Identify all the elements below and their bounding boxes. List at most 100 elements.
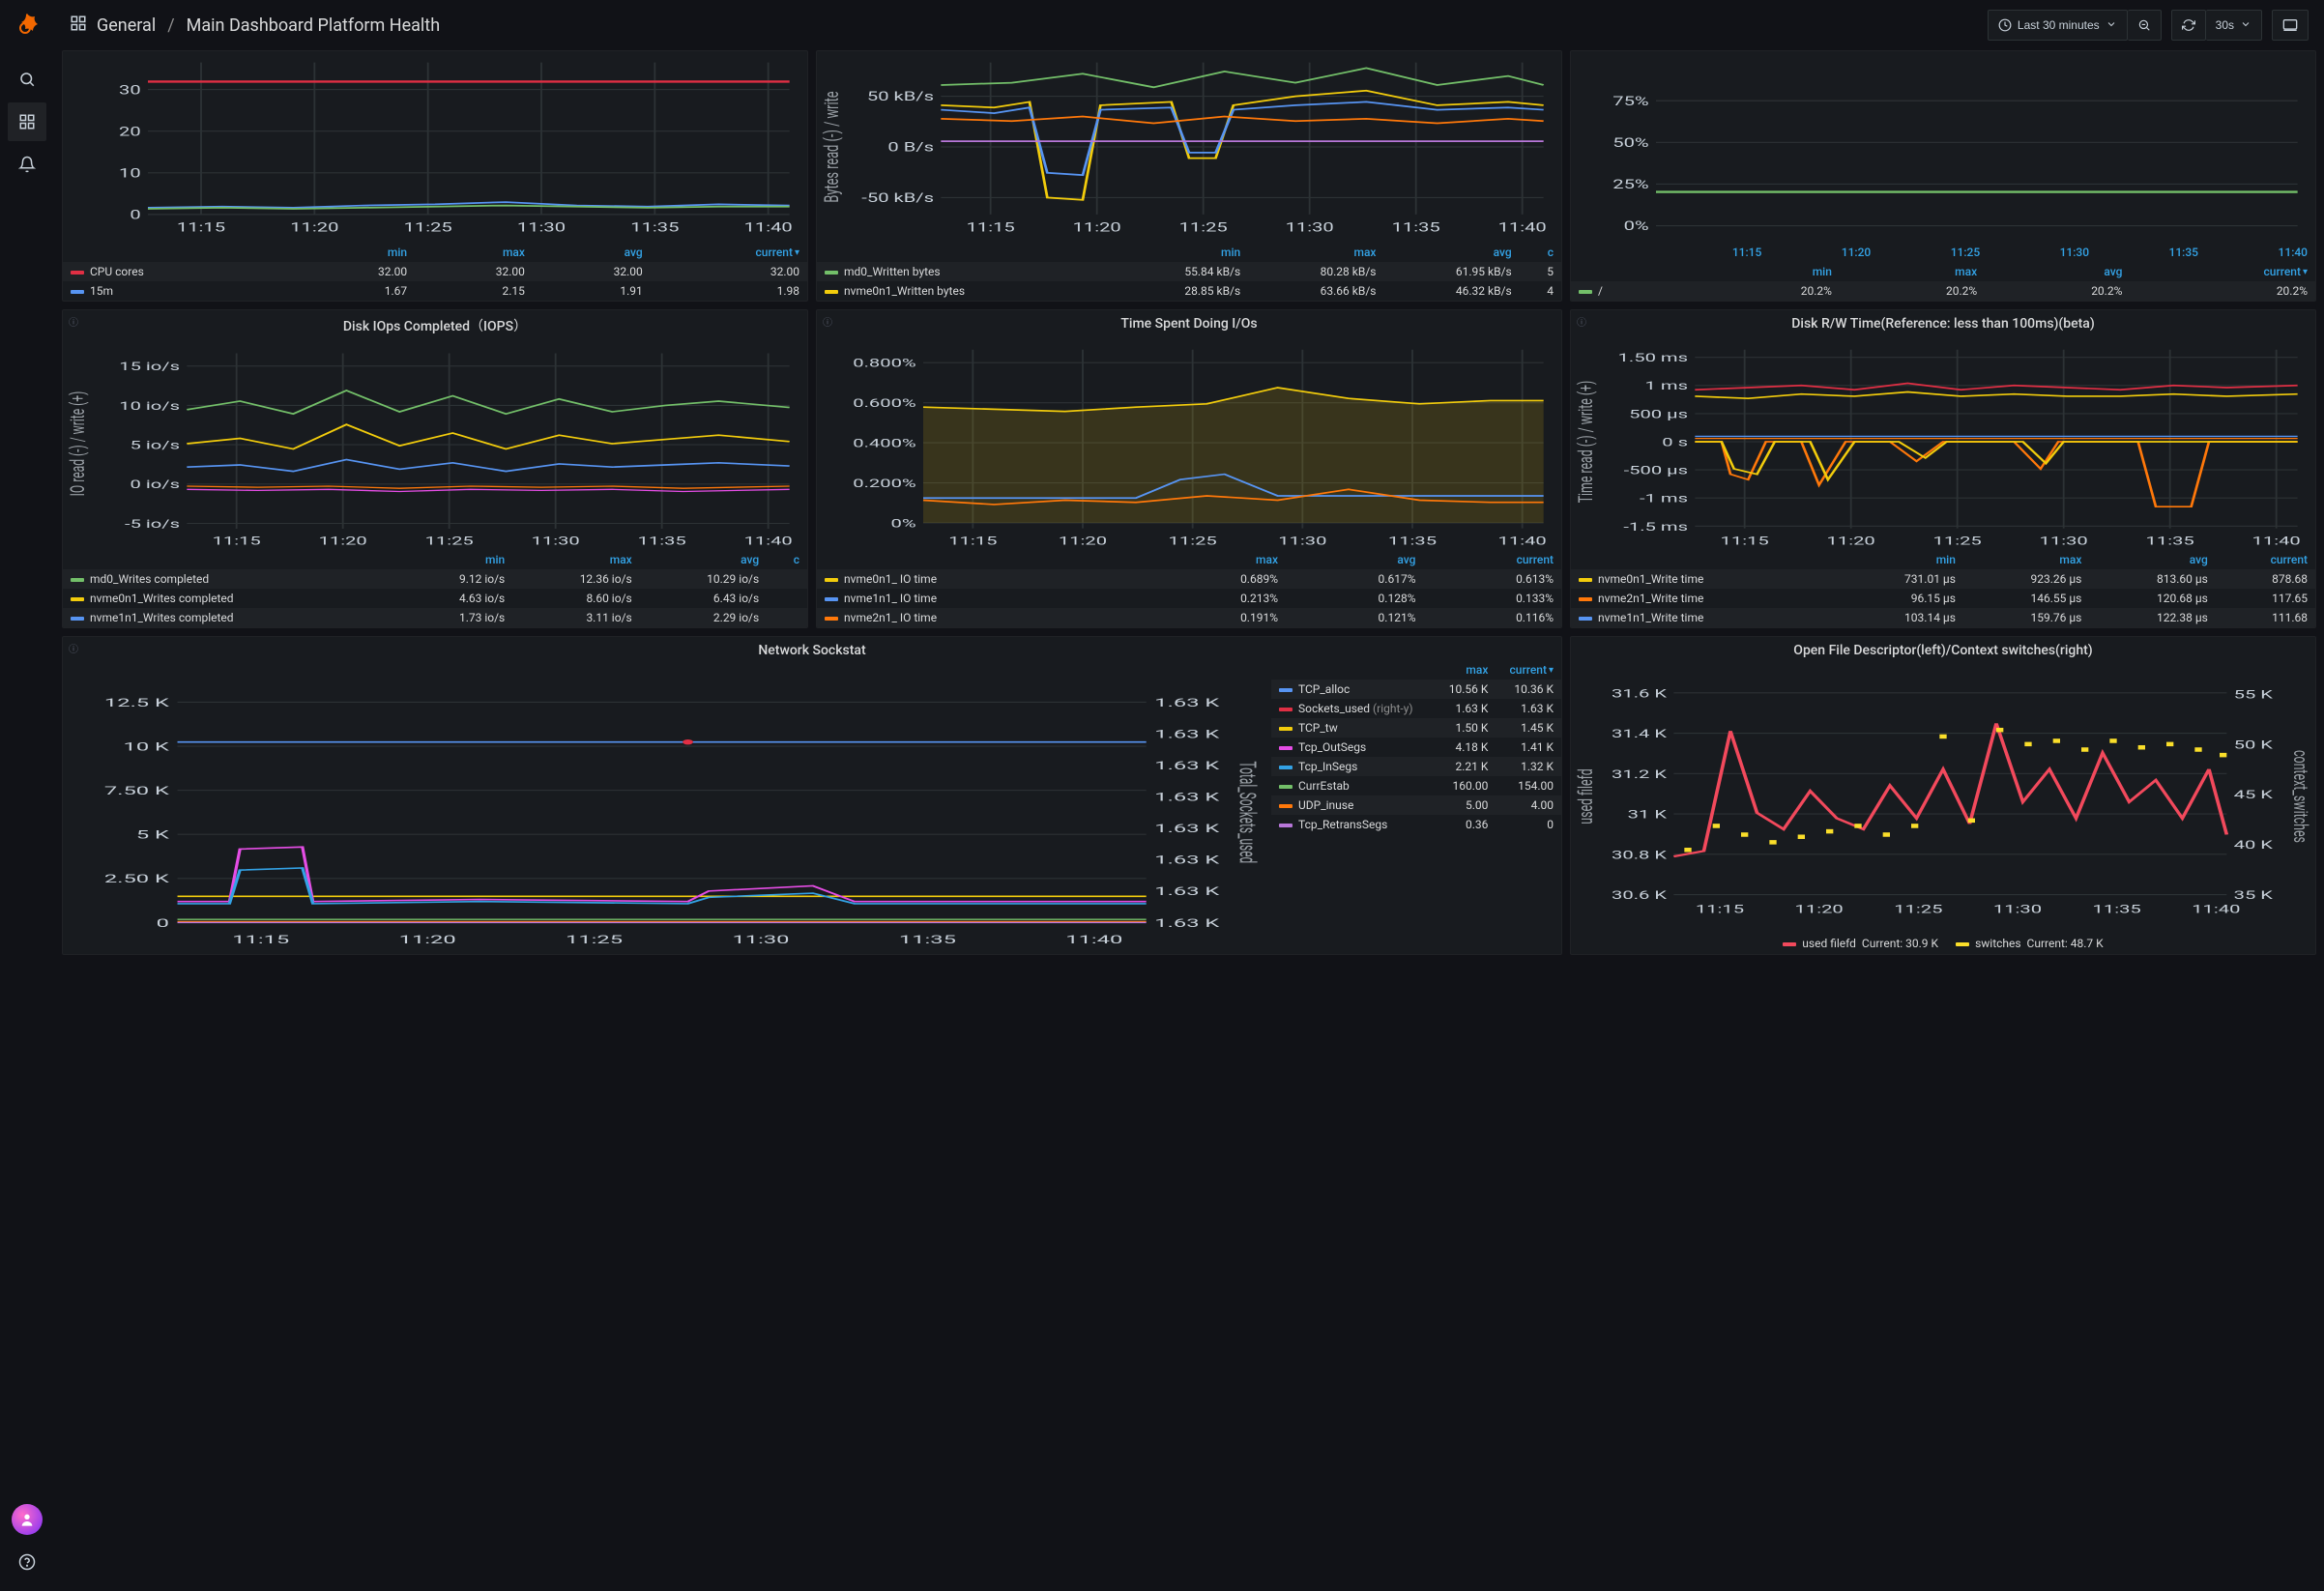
legend-row[interactable]: Tcp_OutSegs4.18 K1.41 K	[1271, 738, 1561, 757]
chart-diskrwtime[interactable]: Time read (-) / write (+) -1.5 ms -1 ms …	[1571, 333, 2315, 550]
panel-disk-rw: Bytes read (-) / write -50 kB/s 0 B/s 50…	[816, 50, 1562, 302]
svg-text:40 K: 40 K	[2234, 838, 2274, 853]
svg-text:-1.5 ms: -1.5 ms	[1623, 520, 1688, 535]
chart-cpu[interactable]: 0 10 20 30 11:15 11:20 11:25 11:30 11:35…	[63, 51, 807, 243]
svg-text:Total_Sockets_used: Total_Sockets_used	[1234, 762, 1261, 864]
svg-text:1.63 K: 1.63 K	[1154, 884, 1219, 898]
legend-row[interactable]: nvme1n1_Writes completed1.73 io/s3.11 io…	[63, 608, 807, 627]
legend-row[interactable]: nvme2n1_ IO time0.191%0.121%0.116%	[817, 608, 1561, 627]
svg-text:0 B/s: 0 B/s	[887, 140, 934, 155]
svg-text:11:20: 11:20	[290, 220, 338, 235]
refresh-button[interactable]	[2171, 10, 2206, 41]
svg-text:7.50 K: 7.50 K	[104, 784, 169, 797]
svg-text:11:20: 11:20	[1827, 534, 1875, 548]
legend-row[interactable]: nvme0n1_Written bytes28.85 kB/s63.66 kB/…	[817, 281, 1561, 301]
legend-row[interactable]: nvme1n1_Write time103.14 µs159.76 µs122.…	[1571, 608, 2315, 627]
help-icon[interactable]	[8, 1543, 46, 1581]
svg-text:50 K: 50 K	[2234, 738, 2274, 752]
svg-text:50%: 50%	[1612, 136, 1648, 151]
legend-row[interactable]: TCP_tw1.50 K1.45 K	[1271, 718, 1561, 738]
panel-title: Open File Descriptor(left)/Context switc…	[1571, 637, 2315, 660]
chart-pct[interactable]: 0% 25% 50% 75%	[1571, 51, 2315, 243]
info-icon[interactable]: ⓘ	[823, 314, 832, 329]
legend-disk-rw: min max avg c md0_Written bytes55.84 kB/…	[817, 243, 1561, 301]
svg-text:50 kB/s: 50 kB/s	[867, 90, 934, 104]
chart-iotime[interactable]: 0% 0.200% 0.400% 0.600% 0.800% 11:15 11:…	[817, 333, 1561, 550]
svg-text:used filefd: used filefd	[1575, 768, 1598, 824]
svg-text:31 K: 31 K	[1628, 807, 1668, 822]
svg-text:11:25: 11:25	[1894, 903, 1942, 917]
col-avg[interactable]: avg	[533, 243, 651, 262]
legend-item[interactable]: used filefd Current: 30.9 K	[1783, 937, 1938, 950]
zoom-out-button[interactable]	[2128, 10, 2162, 41]
dashboards-icon[interactable]	[8, 102, 46, 141]
info-icon[interactable]: ⓘ	[1577, 314, 1586, 329]
panel-grid-icon[interactable]	[70, 14, 87, 37]
legend-row[interactable]: nvme0n1_Write time731.01 µs923.26 µs813.…	[1571, 569, 2315, 589]
panel-diskrwtime: ⓘ Disk R/W Time(Reference: less than 100…	[1570, 309, 2316, 628]
legend-row[interactable]: nvme2n1_Write time96.15 µs146.55 µs120.6…	[1571, 589, 2315, 608]
svg-text:11:20: 11:20	[399, 933, 456, 946]
svg-text:-50 kB/s: -50 kB/s	[861, 191, 934, 206]
grafana-logo[interactable]	[12, 12, 43, 43]
info-icon[interactable]: ⓘ	[69, 641, 78, 655]
svg-text:5 K: 5 K	[136, 828, 169, 842]
legend-row[interactable]: Tcp_RetransSegs0.360	[1271, 815, 1561, 834]
col-max[interactable]: max	[415, 243, 533, 262]
chart-iops[interactable]: IO read (-) / write (+) -5 io/s 0 io/s 5…	[63, 337, 807, 550]
chart-disk-rw[interactable]: Bytes read (-) / write -50 kB/s 0 B/s 50…	[817, 51, 1561, 243]
legend-row[interactable]: nvme1n1_ IO time0.213%0.128%0.133%	[817, 589, 1561, 608]
legend-row[interactable]: nvme0n1_ IO time0.689%0.617%0.613%	[817, 569, 1561, 589]
svg-text:Bytes read (-) / write: Bytes read (-) / write	[821, 91, 844, 202]
legend-row[interactable]: /20.2%20.2%20.2%20.2%	[1571, 281, 2315, 301]
legend-row[interactable]: md0_Writes completed9.12 io/s12.36 io/s1…	[63, 569, 807, 589]
info-icon[interactable]: ⓘ	[69, 314, 78, 329]
breadcrumb-folder[interactable]: General	[97, 15, 156, 36]
breadcrumb-title[interactable]: Main Dashboard Platform Health	[187, 15, 440, 36]
svg-text:11:15: 11:15	[177, 220, 225, 235]
legend-item[interactable]: switches Current: 48.7 K	[1956, 937, 2104, 950]
svg-text:0 s: 0 s	[1662, 435, 1688, 449]
view-mode-button[interactable]	[2272, 10, 2309, 41]
alerting-icon[interactable]	[8, 145, 46, 184]
profile-avatar[interactable]	[8, 1500, 46, 1539]
legend-row[interactable]: CPU cores32.0032.0032.0032.00	[63, 262, 807, 281]
col-min[interactable]: min	[297, 243, 415, 262]
svg-text:11:30: 11:30	[1278, 534, 1326, 548]
svg-text:11:35: 11:35	[1392, 220, 1440, 235]
svg-text:1.50 ms: 1.50 ms	[1618, 351, 1688, 365]
legend-row[interactable]: Sockets_used (right-y)1.63 K1.63 K	[1271, 699, 1561, 718]
legend-row[interactable]: UDP_inuse5.004.00	[1271, 796, 1561, 815]
chart-filefd[interactable]: used filefd context_switches 30.6 K 30.8…	[1571, 660, 2315, 933]
panel-title: Network Sockstat	[63, 637, 1561, 660]
time-range-button[interactable]: Last 30 minutes	[1988, 10, 2128, 41]
svg-text:11:35: 11:35	[2146, 534, 2194, 548]
panel-title: Disk R/W Time(Reference: less than 100ms…	[1571, 310, 2315, 333]
legend-iops: minmaxavgc md0_Writes completed9.12 io/s…	[63, 550, 807, 627]
svg-text:11:30: 11:30	[1286, 220, 1334, 235]
legend-row[interactable]: CurrEstab160.00154.00	[1271, 776, 1561, 796]
chart-sockstat[interactable]: 0 2.50 K 5 K 7.50 K 10 K 12.5 K 1.63 K 1…	[63, 660, 1271, 954]
svg-text:11:40: 11:40	[1498, 220, 1547, 235]
legend-row[interactable]: TCP_alloc10.56 K10.36 K	[1271, 680, 1561, 699]
svg-text:11:25: 11:25	[1933, 534, 1982, 548]
search-icon[interactable]	[8, 60, 46, 99]
svg-text:11:15: 11:15	[232, 933, 289, 946]
svg-text:10 K: 10 K	[124, 740, 170, 754]
svg-text:1.63 K: 1.63 K	[1154, 853, 1219, 867]
svg-text:-1 ms: -1 ms	[1640, 492, 1688, 506]
svg-text:11:30: 11:30	[532, 535, 580, 548]
col-current[interactable]: current▾	[651, 243, 807, 262]
svg-text:11:30: 11:30	[1993, 903, 2042, 917]
legend-row[interactable]: Tcp_InSegs2.21 K1.32 K	[1271, 757, 1561, 776]
legend-row[interactable]: md0_Written bytes55.84 kB/s80.28 kB/s61.…	[817, 262, 1561, 281]
panel-iotime: ⓘ Time Spent Doing I/Os 0% 0.200% 0.400%…	[816, 309, 1562, 628]
panel-cpu: 0 10 20 30 11:15 11:20 11:25 11:30 11:35…	[62, 50, 808, 302]
legend-sockstat: maxcurrent▾ TCP_alloc10.56 K10.36 K Sock…	[1271, 660, 1561, 834]
svg-text:11:40: 11:40	[2192, 903, 2240, 917]
panel-iops: ⓘ Disk IOps Completed（IOPS） IO read (-) …	[62, 309, 808, 628]
legend-row[interactable]: 15m1.672.151.911.98	[63, 281, 807, 301]
legend-row[interactable]: nvme0n1_Writes completed4.63 io/s8.60 io…	[63, 589, 807, 608]
refresh-interval-button[interactable]: 30s	[2206, 10, 2262, 41]
svg-text:11:30: 11:30	[517, 220, 566, 235]
